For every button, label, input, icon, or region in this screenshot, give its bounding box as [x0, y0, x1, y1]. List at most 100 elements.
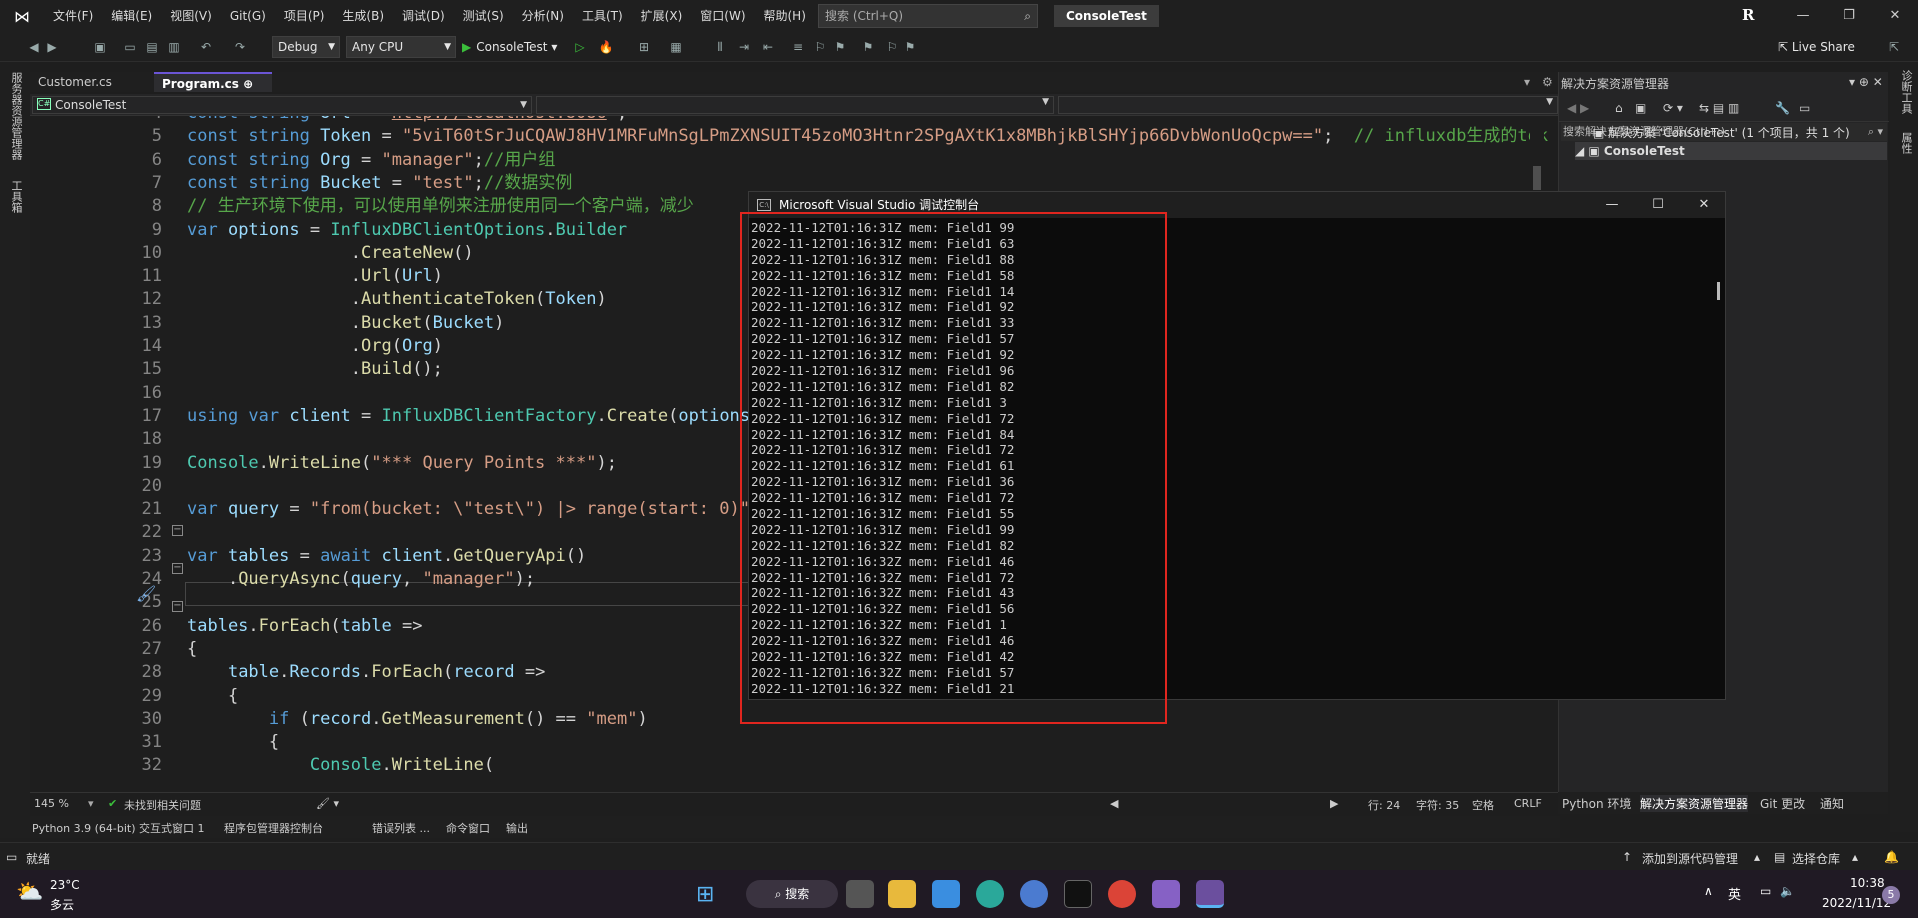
- forward-icon[interactable]: ▶: [44, 39, 60, 55]
- save-all-icon[interactable]: ▥: [166, 39, 182, 55]
- new-item-icon[interactable]: ▣: [92, 39, 108, 55]
- menu-item[interactable]: 视图(V): [161, 0, 221, 32]
- brush-icon[interactable]: 🖌 ▾: [316, 797, 339, 810]
- preview-icon[interactable]: ▭: [1799, 101, 1810, 115]
- back-icon[interactable]: ◀: [26, 39, 42, 55]
- menu-item[interactable]: 测试(S): [454, 0, 513, 32]
- undo-icon[interactable]: ↶: [198, 39, 214, 55]
- close-icon[interactable]: ✕: [1872, 0, 1918, 32]
- menu-item[interactable]: 编辑(E): [102, 0, 161, 32]
- menu-item[interactable]: 文件(F): [44, 0, 102, 32]
- issues-status[interactable]: 未找到相关问题: [124, 797, 201, 813]
- minimize-icon[interactable]: —: [1589, 192, 1635, 218]
- code-line[interactable]: 31 {: [30, 731, 1548, 754]
- chrome-icon[interactable]: [1108, 880, 1136, 908]
- tab-program-cs[interactable]: Program.cs ⊕ ✕: [154, 72, 272, 111]
- gear-icon[interactable]: ⚙: [1534, 72, 1561, 92]
- menu-item[interactable]: 分析(N): [513, 0, 573, 32]
- properties-tab[interactable]: 属性: [1898, 132, 1914, 154]
- terminal-icon[interactable]: [1064, 880, 1092, 908]
- type-select[interactable]: ▼: [536, 96, 1054, 114]
- select-repo[interactable]: 选择仓库: [1792, 850, 1840, 867]
- start-menu-icon[interactable]: ⊞: [696, 882, 714, 907]
- scroll-right-icon[interactable]: ▶: [1330, 797, 1338, 810]
- weather-icon[interactable]: ⛅: [16, 880, 43, 905]
- tab-package-manager-console[interactable]: 程序包管理器控制台: [224, 820, 323, 836]
- menu-item[interactable]: 调试(D): [393, 0, 454, 32]
- restore-icon[interactable]: ❐: [1826, 0, 1872, 32]
- bookmark-icon[interactable]: ⚐: [812, 39, 828, 55]
- feedback-icon[interactable]: ⇱: [1886, 39, 1902, 55]
- menu-item[interactable]: 扩展(X): [632, 0, 692, 32]
- toolbox-tab[interactable]: 工具箱: [8, 180, 24, 213]
- tab-customer-cs[interactable]: Customer.cs: [30, 72, 120, 92]
- outdent-icon[interactable]: ⇤: [760, 39, 776, 55]
- menu-item[interactable]: 帮助(H): [755, 0, 815, 32]
- tab-python-interactive[interactable]: Python 3.9 (64-bit) 交互式窗口 1: [32, 820, 205, 836]
- back-icon[interactable]: ◀ ▶: [1567, 101, 1589, 115]
- zoom-level[interactable]: 145 %: [34, 797, 69, 810]
- bookmark-prev-icon[interactable]: ⚑: [832, 39, 848, 55]
- file-explorer-icon[interactable]: [888, 880, 916, 908]
- project-node[interactable]: ◢ ▣ ConsoleTest: [1575, 142, 1887, 160]
- bookmark-menu-icon[interactable]: ⚑: [902, 39, 918, 55]
- fold-toggle-icon[interactable]: −: [172, 563, 183, 574]
- input-language[interactable]: 英: [1728, 884, 1741, 903]
- live-share-button[interactable]: ⇱ Live Share: [1778, 37, 1855, 57]
- tab-output[interactable]: 输出: [506, 820, 528, 836]
- project-select[interactable]: C# ConsoleTest ▼: [32, 96, 532, 114]
- tray-chevron-icon[interactable]: ∧: [1704, 884, 1713, 898]
- console-scrollbar-thumb[interactable]: [1717, 282, 1720, 300]
- pin-icon[interactable]: ▾ ⊕ ✕: [1849, 75, 1883, 89]
- layout-icon[interactable]: ▦: [668, 39, 684, 55]
- member-select[interactable]: ▼: [1058, 96, 1558, 114]
- tab-error-list[interactable]: 错误列表 ...: [372, 820, 430, 836]
- indent-icon[interactable]: ⇥: [736, 39, 752, 55]
- expand-icon[interactable]: ◢: [1575, 144, 1588, 158]
- menu-item[interactable]: Git(G): [221, 0, 275, 32]
- align-icon[interactable]: ⫴: [712, 39, 728, 55]
- edge-icon[interactable]: [976, 880, 1004, 908]
- hot-reload-icon[interactable]: 🔥: [598, 39, 614, 55]
- tab-notifications[interactable]: 通知: [1820, 795, 1844, 812]
- whitespace-mode[interactable]: 空格: [1472, 797, 1494, 813]
- sync-icon[interactable]: ⟳ ▾: [1663, 101, 1683, 115]
- bookmark-clear-icon[interactable]: ⚐: [884, 39, 900, 55]
- code-line[interactable]: 4 const string Url = "http://localhost:80…: [30, 116, 1548, 125]
- bookmark-next-icon[interactable]: ⚑: [860, 39, 876, 55]
- platform-select[interactable]: Any CPU ▼: [346, 36, 456, 58]
- taskbar-search-button[interactable]: ⌕ 搜索: [746, 880, 838, 908]
- redo-icon[interactable]: ↷: [232, 39, 248, 55]
- start-debug-button[interactable]: ▶ ConsoleTest ▾: [462, 36, 557, 58]
- server-explorer-tab[interactable]: 服务器资源管理器: [8, 72, 24, 160]
- diagnostic-tools-tab[interactable]: 诊断工具: [1898, 70, 1914, 114]
- code-line[interactable]: 5 const string Token = "5viT60tSrJuCQAWJ8…: [30, 125, 1548, 148]
- clock-date[interactable]: 2022/11/12: [1822, 896, 1891, 910]
- visual-studio-logo-icon[interactable]: ⋈: [0, 0, 44, 32]
- volume-icon[interactable]: 🔈: [1780, 884, 1795, 898]
- tab-git-changes[interactable]: Git 更改: [1760, 795, 1805, 812]
- task-view-icon[interactable]: [846, 880, 874, 908]
- minimize-icon[interactable]: —: [1780, 0, 1826, 32]
- open-folder-icon[interactable]: ▭: [122, 39, 138, 55]
- properties-icon[interactable]: 🔧: [1775, 101, 1790, 115]
- fold-toggle-icon[interactable]: −: [172, 601, 183, 612]
- store-icon[interactable]: [932, 880, 960, 908]
- avatar[interactable]: R: [1742, 6, 1754, 24]
- collapse-all-icon[interactable]: ⇆ ▤ ▥: [1699, 101, 1739, 115]
- maximize-icon[interactable]: ☐: [1635, 192, 1681, 218]
- code-line[interactable]: 6 const string Org = "manager";//用户组: [30, 149, 1548, 172]
- search-input[interactable]: 搜索 (Ctrl+Q) ⌕: [818, 4, 1038, 28]
- debug-console-icon[interactable]: [1196, 880, 1224, 908]
- close-icon[interactable]: ✕: [1681, 192, 1727, 218]
- visual-studio-icon[interactable]: [1152, 880, 1180, 908]
- code-line[interactable]: 32 Console.WriteLine(: [30, 754, 1548, 777]
- comment-icon[interactable]: ≡: [790, 39, 806, 55]
- quick-actions-icon[interactable]: 🖌: [136, 584, 156, 603]
- scroll-left-icon[interactable]: ◀: [1110, 797, 1118, 810]
- menu-item[interactable]: 窗口(W): [691, 0, 754, 32]
- browse-icon[interactable]: ⊞: [636, 39, 652, 55]
- save-icon[interactable]: ▤: [144, 39, 160, 55]
- solution-node[interactable]: ▣ 解决方案 'ConsoleTest' (1 个项目，共 1 个): [1593, 124, 1850, 141]
- menu-item[interactable]: 生成(B): [333, 0, 393, 32]
